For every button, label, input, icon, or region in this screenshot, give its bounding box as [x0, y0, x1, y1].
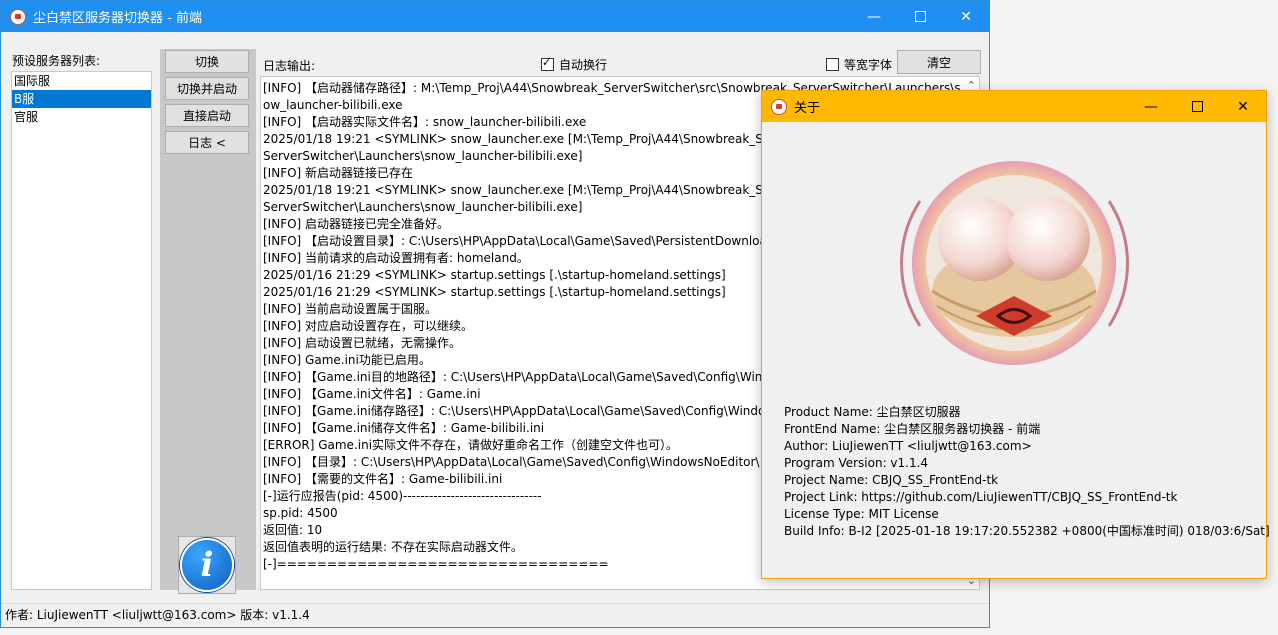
- auto-wrap-label: 自动换行: [559, 58, 608, 72]
- about-info-block: Product Name: 尘白禁区切服器 FrontEnd Name: 尘白禁…: [784, 404, 1270, 540]
- about-button[interactable]: i: [178, 536, 236, 594]
- product-name: Product Name: 尘白禁区切服器: [784, 405, 961, 419]
- switch-launch-button[interactable]: 切换并启动: [165, 77, 249, 100]
- project-link[interactable]: Project Link: https://github.com/LiuJiew…: [784, 489, 1270, 506]
- log-label: 日志输出:: [263, 59, 316, 73]
- build-info: Build Info: B-I2 [2025-01-18 19:17:20.55…: [784, 524, 1270, 538]
- server-item-official[interactable]: 官服: [12, 108, 151, 126]
- auto-wrap-check-icon[interactable]: [541, 56, 554, 71]
- app-icon: [10, 8, 26, 25]
- about-minimize-button[interactable]: —: [1128, 91, 1174, 122]
- about-maximize-button[interactable]: [1174, 91, 1220, 122]
- maximize-button[interactable]: [897, 1, 943, 32]
- about-maximize-icon: [1191, 101, 1203, 112]
- clear-button[interactable]: 清空: [897, 50, 981, 74]
- project-name: Project Name: CBJQ_SS_FrontEnd-tk: [784, 473, 999, 487]
- about-window: 关于 — ✕ Product Name: 尘白禁区切服器 FrontEnd Na…: [761, 90, 1270, 579]
- server-list-label: 预设服务器列表:: [12, 54, 101, 68]
- maximize-icon: [914, 11, 926, 22]
- about-titlebar[interactable]: 关于 — ✕: [762, 91, 1266, 122]
- direct-launch-button[interactable]: 直接启动: [165, 104, 249, 127]
- about-window-title: 关于: [794, 101, 821, 116]
- bun-logo-image: [900, 161, 1129, 365]
- main-window-title: 尘白禁区服务器切换器 - 前端: [33, 11, 202, 26]
- close-button[interactable]: ✕: [943, 1, 989, 32]
- log-toggle-button[interactable]: 日志 <: [165, 131, 249, 154]
- server-item-intl[interactable]: 国际服: [12, 72, 151, 90]
- server-listbox[interactable]: 国际服 B服 官服: [11, 71, 152, 590]
- status-bar: 作者: LiuJiewenTT <liuljwtt@163.com> 版本: v…: [1, 603, 989, 627]
- button-panel: 切换 切换并启动 直接启动 日志 < i: [160, 49, 256, 594]
- monospace-checkbox[interactable]: 等宽字体: [826, 56, 892, 73]
- auto-wrap-checkbox[interactable]: 自动换行: [541, 56, 607, 73]
- monospace-check-icon[interactable]: [826, 58, 839, 71]
- server-item-bilibili[interactable]: B服: [12, 90, 151, 108]
- frontend-name: FrontEnd Name: 尘白禁区服务器切换器 - 前端: [784, 422, 1041, 436]
- info-icon: i: [180, 538, 234, 592]
- program-version: Program Version: v1.1.4: [784, 456, 929, 470]
- author: Author: LiuJiewenTT <liuljwtt@163.com>: [784, 439, 1032, 453]
- minimize-button[interactable]: —: [851, 1, 897, 32]
- switch-button[interactable]: 切换: [165, 50, 249, 73]
- about-close-button[interactable]: ✕: [1220, 91, 1266, 122]
- main-titlebar[interactable]: 尘白禁区服务器切换器 - 前端 — ✕: [1, 1, 989, 32]
- about-app-icon: [771, 98, 787, 115]
- monospace-label: 等宽字体: [844, 58, 893, 72]
- license-type: License Type: MIT License: [784, 507, 939, 521]
